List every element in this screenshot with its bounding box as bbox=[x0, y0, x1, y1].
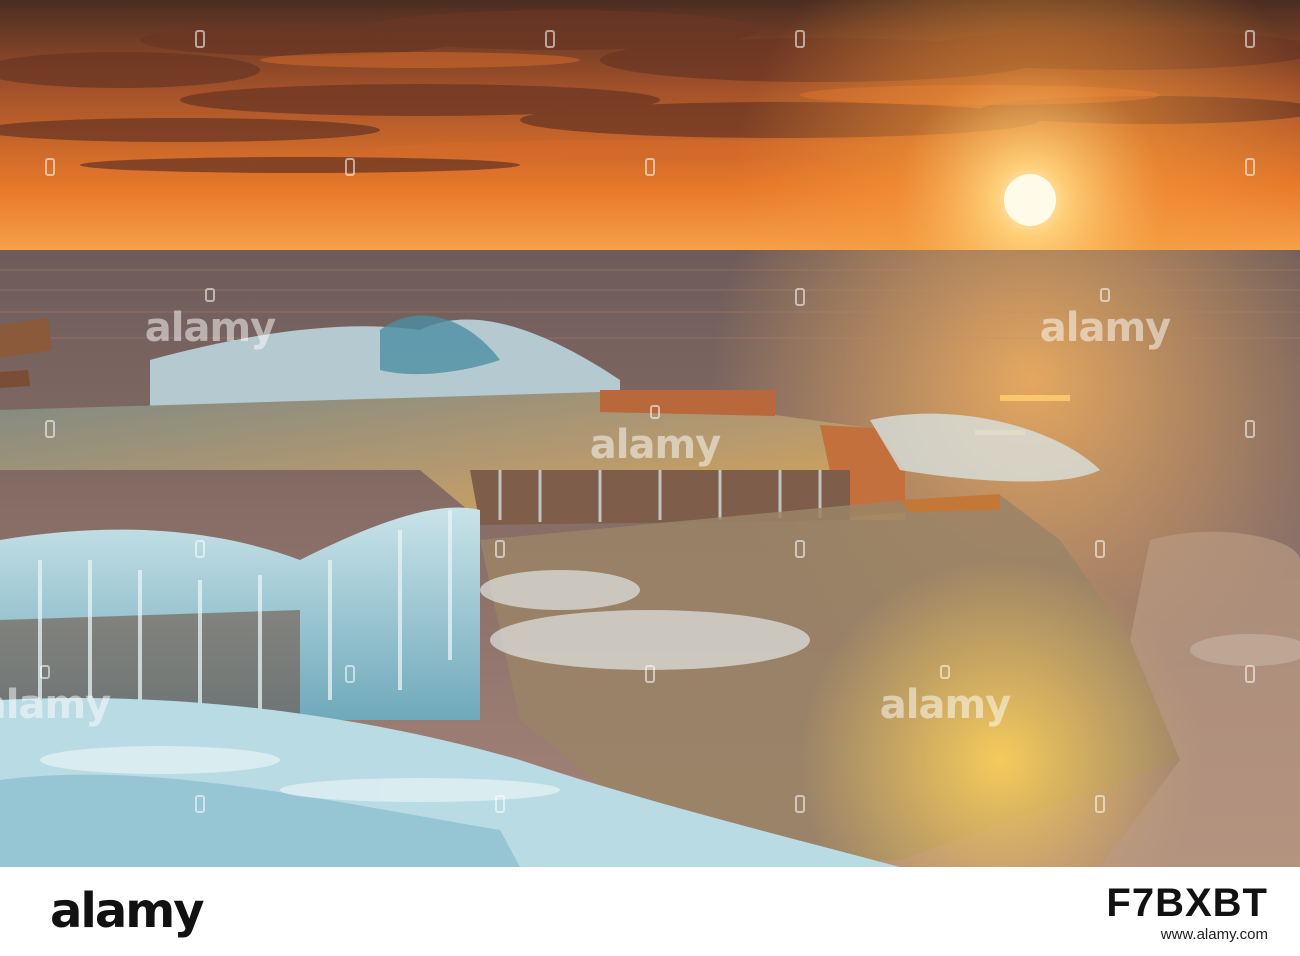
watermark-icon bbox=[205, 288, 215, 302]
watermark bbox=[490, 30, 610, 90]
watermark bbox=[1190, 665, 1300, 725]
watermark-text: alamy bbox=[879, 682, 1011, 728]
watermark bbox=[140, 30, 260, 90]
footer-logo: alamy bbox=[50, 883, 205, 939]
watermark-icon bbox=[940, 665, 950, 679]
watermark-icon bbox=[545, 30, 555, 48]
watermark-icon bbox=[1245, 158, 1255, 176]
watermark-icon bbox=[650, 405, 660, 419]
watermark-icon bbox=[495, 795, 505, 813]
watermark-text: alamy bbox=[1039, 305, 1171, 351]
watermark bbox=[440, 795, 560, 855]
watermark-icon bbox=[45, 420, 55, 438]
watermark-icon bbox=[1245, 665, 1255, 683]
watermark-icon bbox=[645, 665, 655, 683]
watermark-icon bbox=[795, 540, 805, 558]
watermark bbox=[1190, 158, 1300, 218]
watermark bbox=[740, 30, 860, 90]
watermark-icon bbox=[795, 30, 805, 48]
footer-bar: alamy F7BXBT www.alamy.com bbox=[0, 867, 1300, 956]
watermark bbox=[140, 795, 260, 855]
watermark: alamy bbox=[0, 665, 111, 728]
watermark bbox=[0, 158, 110, 218]
watermark bbox=[1190, 30, 1300, 90]
watermark-text: alamy bbox=[144, 305, 276, 351]
watermark bbox=[1040, 540, 1160, 600]
watermark-icon bbox=[195, 540, 205, 558]
watermark-icon bbox=[795, 288, 805, 306]
site-url: www.alamy.com bbox=[1160, 926, 1268, 943]
watermark-icon bbox=[195, 795, 205, 813]
watermark: alamy bbox=[879, 665, 1011, 728]
watermark-icon bbox=[1095, 795, 1105, 813]
watermark: alamy bbox=[144, 288, 276, 351]
watermark bbox=[290, 665, 410, 725]
watermark-icon bbox=[45, 158, 55, 176]
watermark-icon bbox=[795, 795, 805, 813]
image-code: F7BXBT bbox=[1106, 881, 1268, 925]
watermark bbox=[1190, 420, 1300, 480]
watermark-icon bbox=[195, 30, 205, 48]
watermark-text: alamy bbox=[0, 682, 111, 728]
watermark bbox=[1040, 795, 1160, 855]
seascape-photo: alamy alamy alamy alamy alamy bbox=[0, 0, 1300, 867]
watermark-icon bbox=[1100, 288, 1110, 302]
watermark-text: alamy bbox=[589, 422, 721, 468]
watermark-icon bbox=[1245, 420, 1255, 438]
watermark bbox=[0, 420, 110, 480]
watermark bbox=[590, 158, 710, 218]
watermark bbox=[740, 288, 860, 348]
watermark: alamy bbox=[1039, 288, 1171, 351]
watermark bbox=[740, 540, 860, 600]
watermark-icon bbox=[345, 158, 355, 176]
watermark: alamy bbox=[589, 405, 721, 468]
watermark-icon bbox=[495, 540, 505, 558]
watermark bbox=[440, 540, 560, 600]
watermark bbox=[140, 540, 260, 600]
image-id-block: F7BXBT www.alamy.com bbox=[1106, 881, 1268, 945]
watermark-icon bbox=[645, 158, 655, 176]
watermark bbox=[740, 795, 860, 855]
watermark-icon bbox=[1095, 540, 1105, 558]
watermark bbox=[290, 158, 410, 218]
watermark-icon bbox=[40, 665, 50, 679]
watermark-icon bbox=[345, 665, 355, 683]
watermark bbox=[590, 665, 710, 725]
watermark-icon bbox=[1245, 30, 1255, 48]
